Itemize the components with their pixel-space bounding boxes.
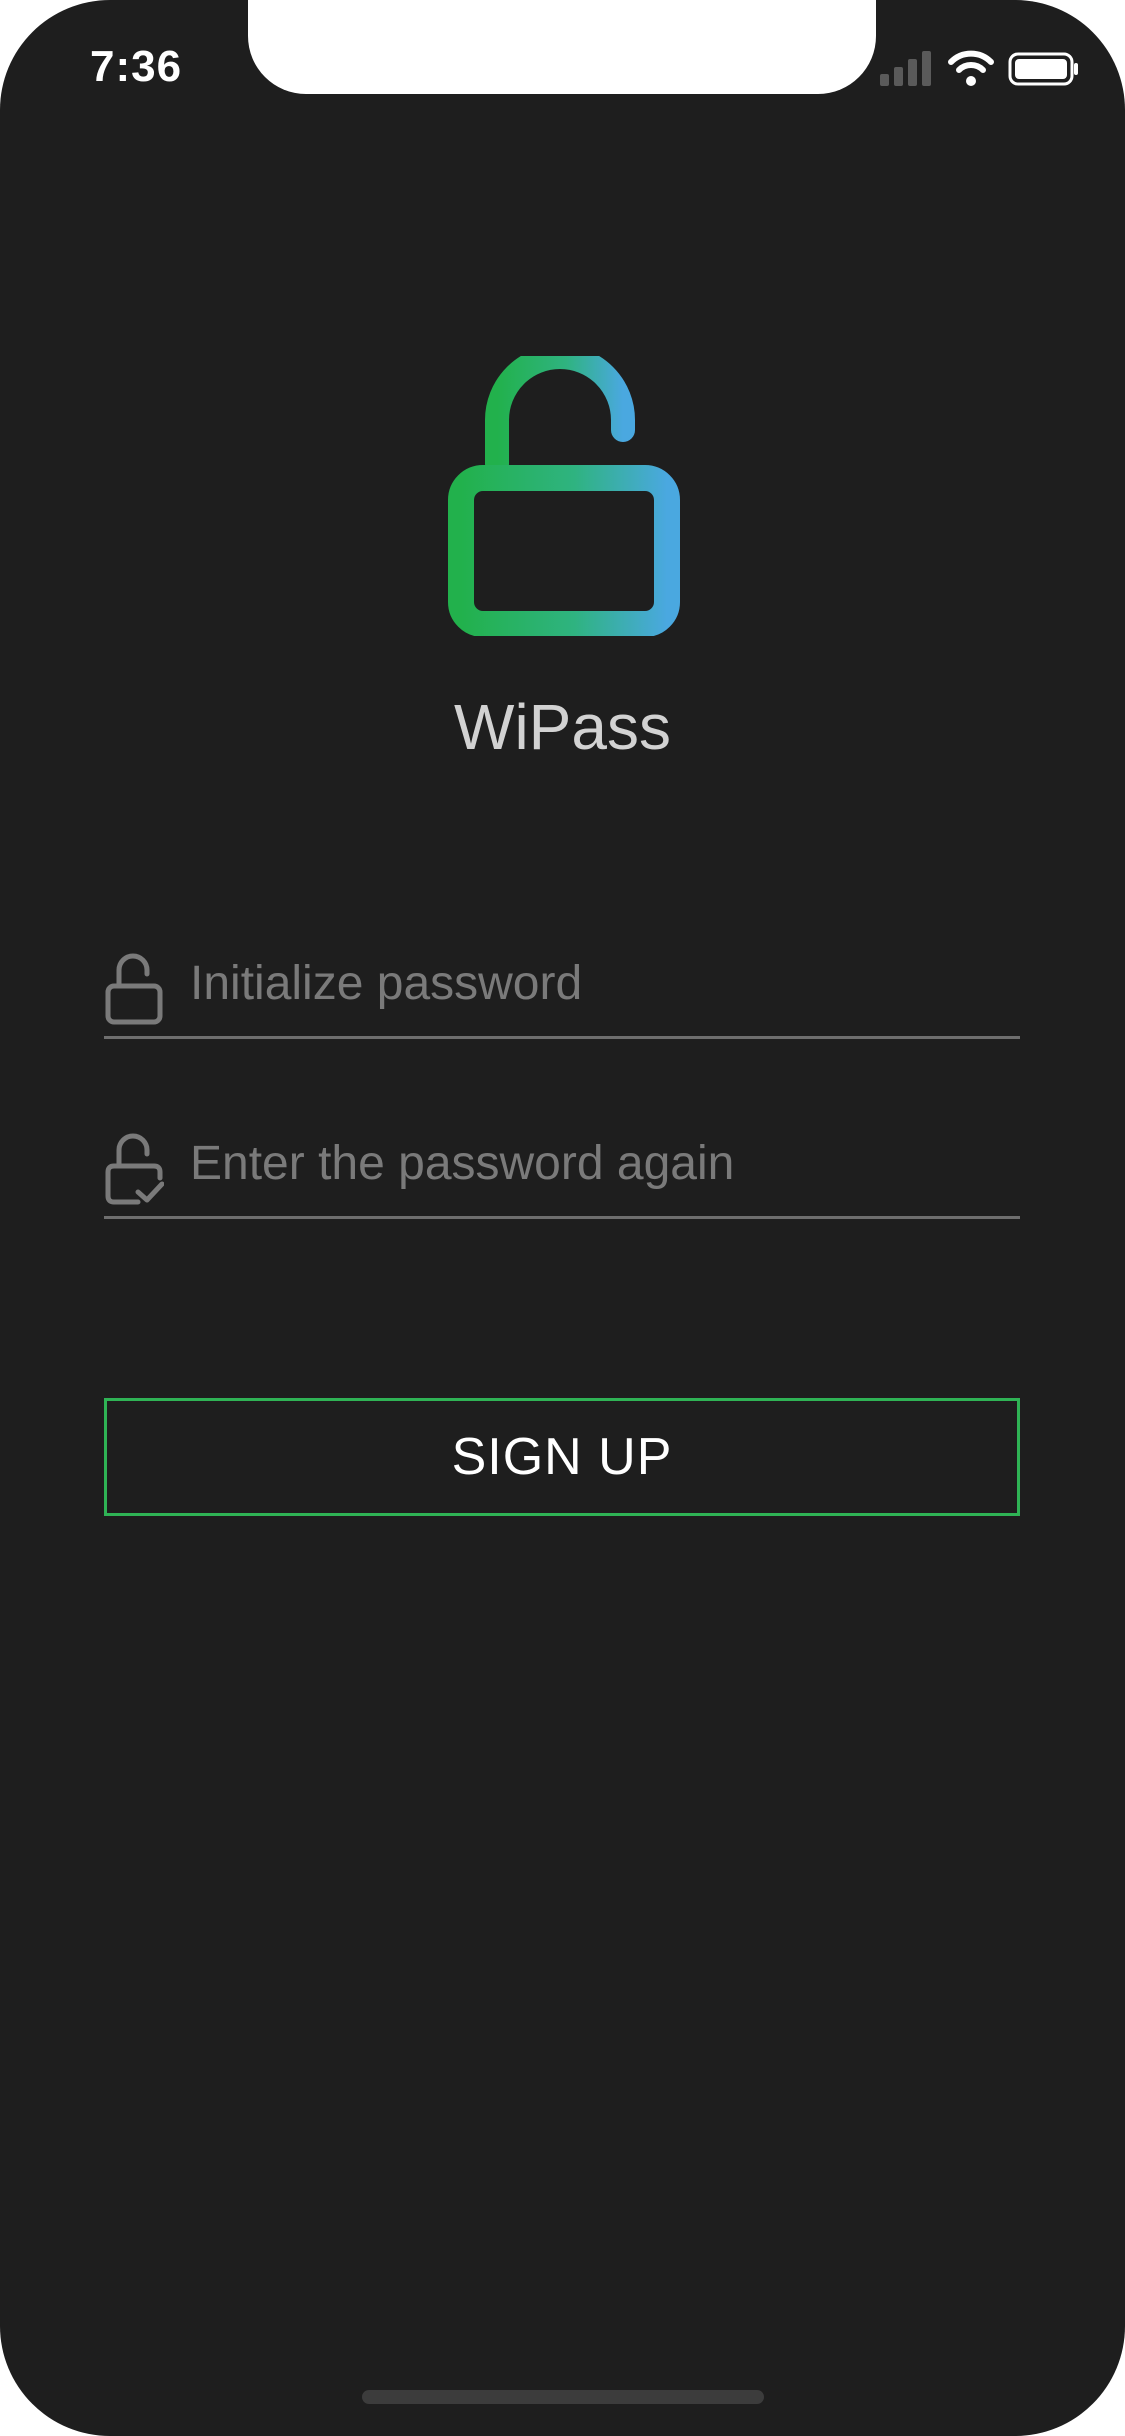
status-time: 7:36 bbox=[90, 42, 183, 91]
confirm-password-field bbox=[104, 1116, 1020, 1219]
sign-up-button[interactable]: SIGN UP bbox=[104, 1398, 1020, 1516]
unlock-icon bbox=[105, 953, 163, 1025]
app-title: WiPass bbox=[454, 691, 671, 763]
cellular-signal-icon bbox=[880, 51, 931, 86]
app-screen: 7:36 WiPass SIGN UP bbox=[0, 0, 1125, 2436]
home-indicator[interactable] bbox=[362, 2390, 764, 2404]
device-notch bbox=[248, 0, 876, 94]
battery-icon bbox=[1008, 52, 1078, 86]
wifi-icon bbox=[948, 50, 994, 86]
lock-check-icon bbox=[105, 1133, 164, 1205]
confirm-password-input[interactable] bbox=[190, 1128, 1010, 1198]
password-input[interactable] bbox=[190, 948, 1010, 1018]
password-field bbox=[104, 936, 1020, 1039]
unlocked-padlock-icon bbox=[448, 356, 680, 636]
